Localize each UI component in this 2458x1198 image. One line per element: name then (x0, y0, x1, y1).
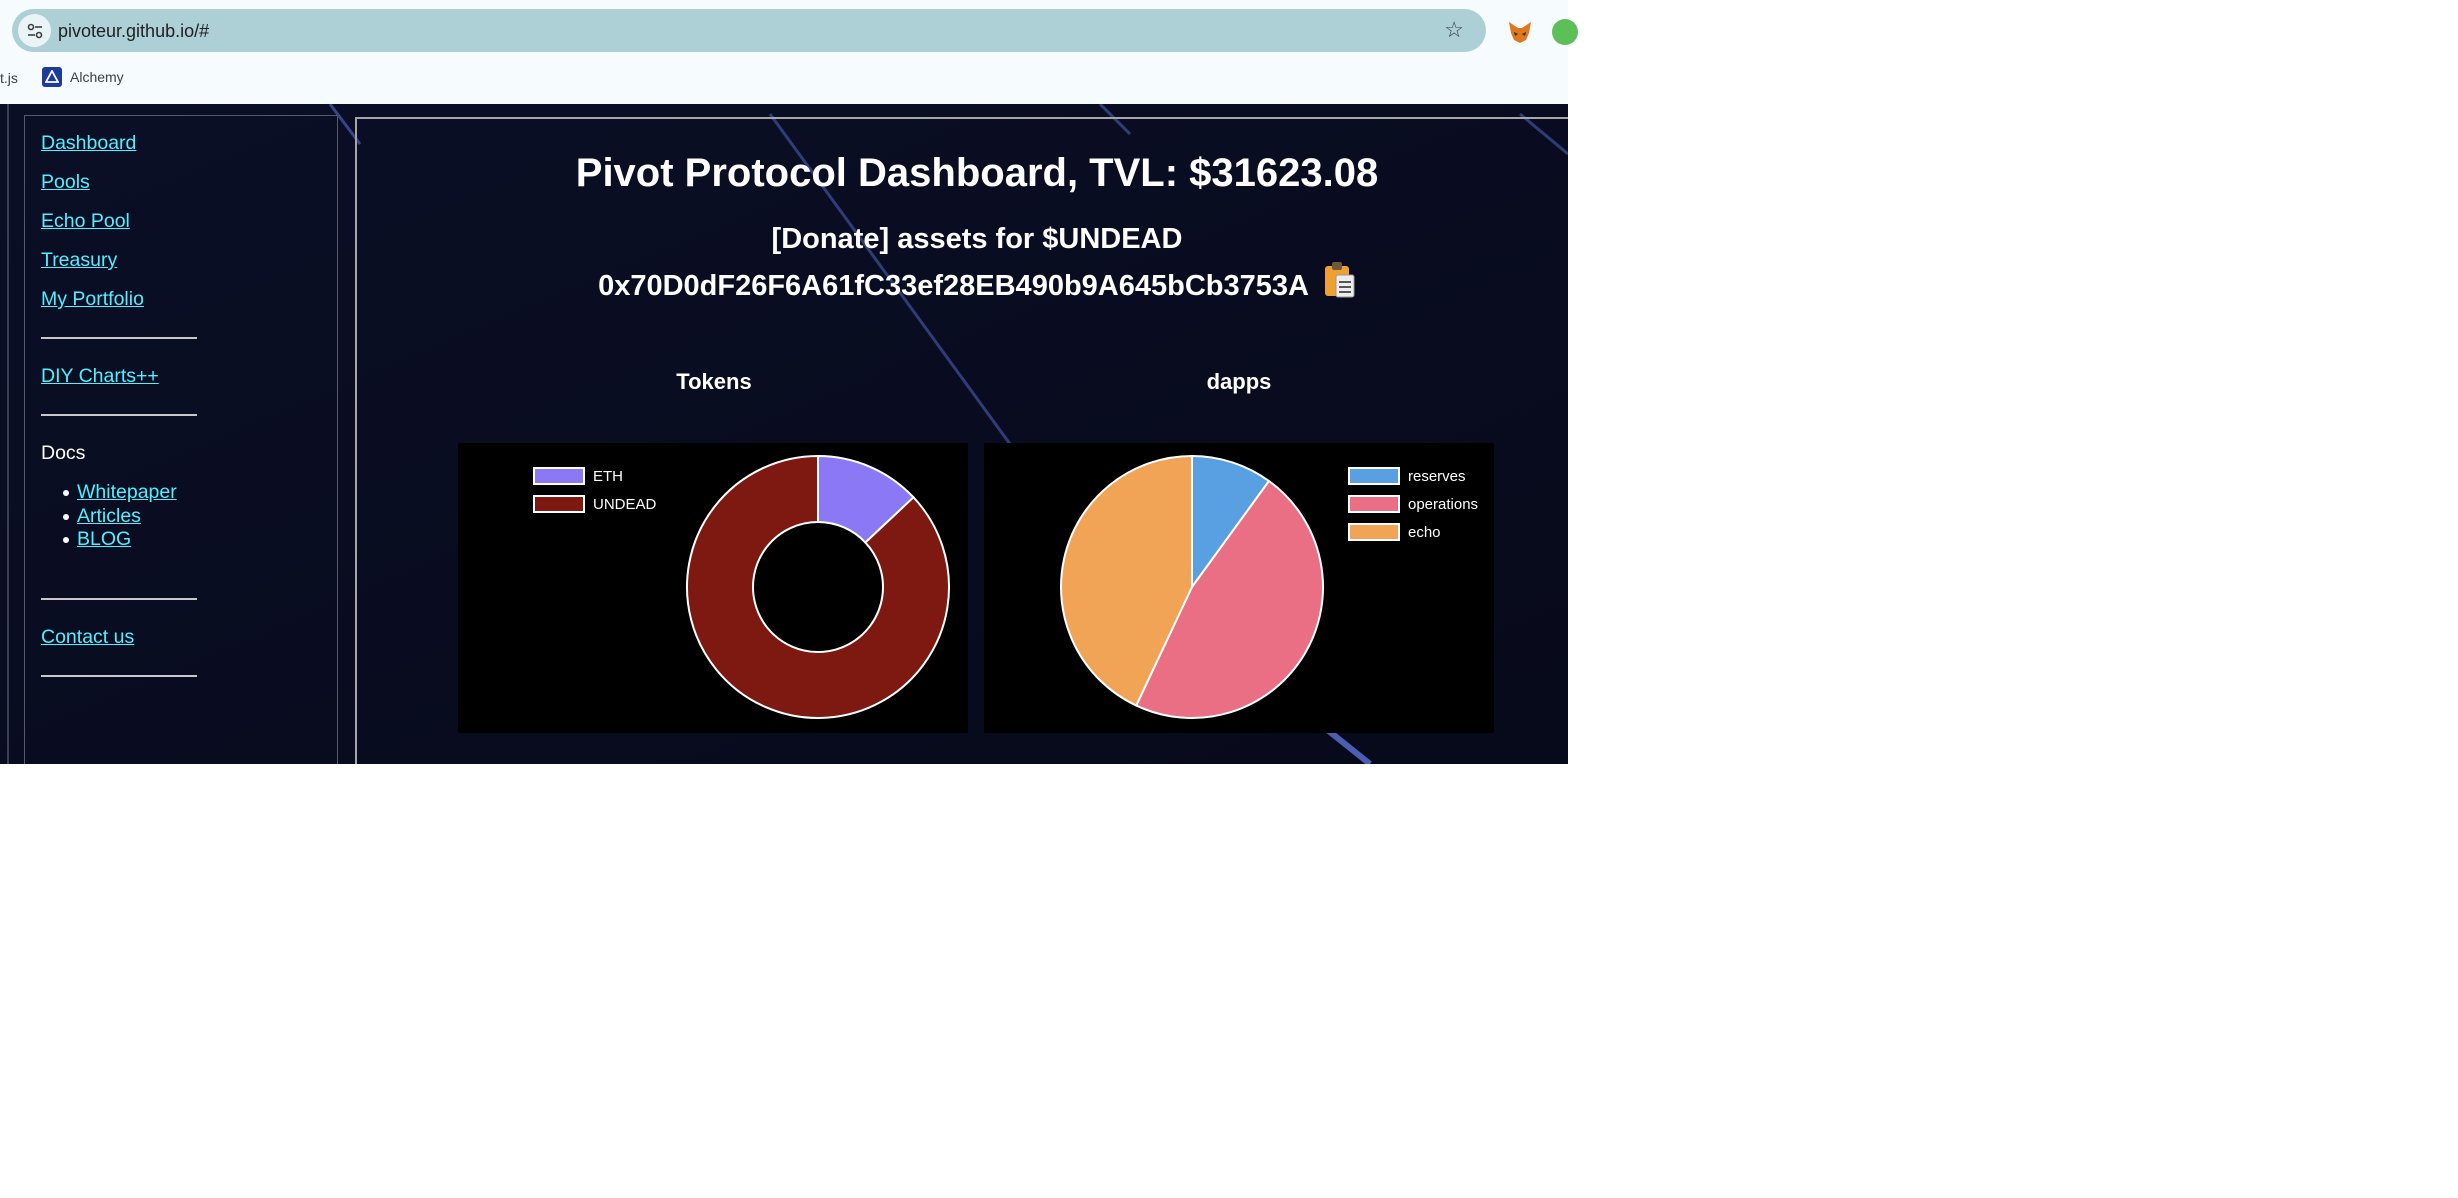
browser-chrome: pivoteur.github.io/# ☆ t.js Alchemy (0, 0, 1578, 104)
nav-treasury-link[interactable]: Treasury (41, 249, 117, 272)
nav-pools-link[interactable]: Pools (41, 171, 90, 194)
chart-title-tokens: Tokens (676, 369, 752, 394)
extension-icon[interactable] (1552, 19, 1578, 45)
legend-item-operations[interactable]: operations (1348, 495, 1478, 513)
legend-item-echo[interactable]: echo (1348, 523, 1441, 541)
divider (41, 414, 197, 416)
legend-label: echo (1408, 523, 1441, 541)
address-bar[interactable]: pivoteur.github.io/# ☆ (12, 9, 1486, 52)
nav-dashboard-link[interactable]: Dashboard (41, 132, 136, 155)
docs-list: Whitepaper Articles BLOG (63, 481, 177, 552)
sidebar: Dashboard Pools Echo Pool Treasury My Po… (24, 115, 338, 764)
nav-contact-link[interactable]: Contact us (41, 626, 134, 649)
page-title: Pivot Protocol Dashboard, TVL: $31623.08 (575, 151, 1379, 195)
clipboard-copy-icon[interactable] (1324, 261, 1356, 299)
bookmark-item[interactable]: t.js (0, 70, 18, 86)
legend-label: reserves (1408, 467, 1466, 485)
divider (41, 598, 197, 600)
nav-echo-pool-link[interactable]: Echo Pool (41, 210, 130, 233)
bookmark-alchemy[interactable]: Alchemy (42, 67, 124, 87)
metamask-fox-icon[interactable] (1506, 18, 1534, 46)
nav-my-portfolio-link[interactable]: My Portfolio (41, 288, 144, 311)
nav-diy-charts-link[interactable]: DIY Charts++ (41, 365, 159, 388)
chart-title-dapps: dapps (1206, 369, 1272, 394)
bullet-icon (63, 513, 69, 520)
legend-swatch (1348, 523, 1400, 541)
main-panel: Pivot Protocol Dashboard, TVL: $31623.08… (355, 117, 1568, 764)
donate-text: [Donate] assets for $UNDEAD (771, 223, 1183, 255)
alchemy-logo-icon (42, 67, 62, 87)
bullet-icon (63, 537, 69, 543)
list-item: BLOG (63, 528, 177, 552)
donation-address: 0x70D0dF26F6A61fC33ef28EB490b9A645bCb375… (598, 270, 1308, 302)
legend-label: operations (1408, 495, 1479, 513)
divider (41, 337, 197, 339)
dapps-pie (1060, 454, 1324, 719)
legend-swatch (1348, 495, 1400, 513)
bookmark-label: Alchemy (70, 69, 124, 85)
legend-swatch (1348, 467, 1400, 485)
legend-item-reserves[interactable]: reserves (1348, 467, 1466, 485)
docs-blog-link[interactable]: BLOG (77, 528, 131, 550)
donation-address-row: 0x70D0dF26F6A61fC33ef28EB490b9A645bCb375… (357, 261, 1568, 303)
bookmark-star-icon[interactable]: ☆ (1444, 18, 1464, 42)
docs-heading: Docs (41, 442, 86, 464)
page: Dashboard Pools Echo Pool Treasury My Po… (0, 104, 1568, 764)
docs-whitepaper-link[interactable]: Whitepaper (77, 481, 177, 503)
tokens-doughnut (686, 454, 950, 719)
site-info-icon[interactable] (18, 14, 51, 47)
list-item: Articles (63, 505, 177, 529)
docs-articles-link[interactable]: Articles (77, 505, 141, 527)
tokens-chart[interactable]: ETH UNDEAD (458, 443, 968, 733)
list-item: Whitepaper (63, 481, 177, 505)
url-text[interactable]: pivoteur.github.io/# (58, 21, 209, 42)
divider (41, 675, 197, 677)
bullet-icon (63, 490, 69, 496)
dapps-chart[interactable]: reserves operations echo (984, 443, 1494, 733)
